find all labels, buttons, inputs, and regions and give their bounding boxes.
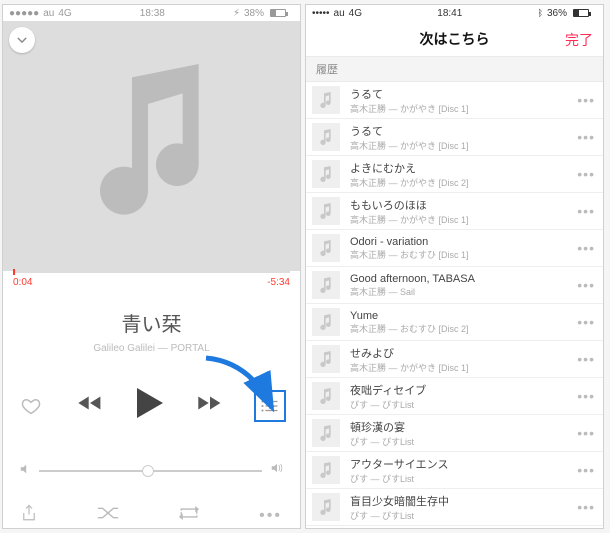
list-item[interactable]: ももいろのほほ高木正勝 — かがやき [Disc 1]••• [306, 193, 603, 230]
clock: 18:41 [437, 8, 462, 19]
more-button[interactable]: ••• [577, 240, 595, 256]
more-button[interactable]: ••• [577, 351, 595, 367]
more-button[interactable]: ••• [577, 314, 595, 330]
progress-track[interactable] [13, 271, 290, 273]
list-item[interactable]: 盲目少女暗闇生存中ぴす — ぴすList••• [306, 489, 603, 526]
play-button[interactable] [133, 386, 167, 425]
previous-button[interactable] [77, 393, 103, 418]
music-note-icon [312, 86, 340, 114]
track-subtitle: 高木正勝 — かがやき [Disc 2] [350, 176, 577, 189]
list-item[interactable]: Yume高木正勝 — おむすひ [Disc 2]••• [306, 304, 603, 341]
status-bar: ●●●●● au 4G 18:38 ⚡︎ 38% [3, 5, 300, 21]
repeat-button[interactable] [178, 506, 200, 525]
track-title: よきにむかえ [350, 160, 577, 176]
section-header: 履歴 [306, 57, 603, 82]
more-button[interactable]: ••• [577, 203, 595, 219]
shuffle-button[interactable] [96, 506, 120, 525]
track-title: せみよび [350, 345, 577, 361]
track-title: 盲目少女暗闇生存中 [350, 493, 577, 509]
track-subtitle: 高木正勝 — かがやき [Disc 1] [350, 102, 577, 115]
music-note-icon [312, 382, 340, 410]
clock: 18:38 [140, 8, 165, 19]
list-item[interactable]: フェノメノン••• [306, 526, 603, 529]
next-button[interactable] [197, 393, 223, 418]
track-title: Odori - variation [350, 236, 577, 248]
music-note-icon [312, 123, 340, 151]
music-note-icon [312, 308, 340, 336]
volume-slider[interactable] [39, 470, 262, 472]
track-title: Yume [350, 310, 577, 322]
track-subtitle: ぴす — ぴすList [350, 472, 577, 485]
list-item[interactable]: Odori - variation高木正勝 — おむすひ [Disc 1]••• [306, 230, 603, 267]
list-item[interactable]: アウターサイエンスぴす — ぴすList••• [306, 452, 603, 489]
track-title: アウターサイエンス [350, 456, 577, 472]
nav-title: 次はこちら [420, 29, 490, 49]
battery-pct: 38% [244, 8, 264, 19]
track-subtitle: 高木正勝 — おむすひ [Disc 1] [350, 248, 577, 261]
song-title: 青い栞 [3, 308, 300, 337]
more-button[interactable]: ••• [577, 462, 595, 478]
more-button[interactable]: ••• [577, 129, 595, 145]
music-note-icon [312, 197, 340, 225]
carrier: au [334, 8, 345, 19]
music-note-icon [312, 345, 340, 373]
music-note-icon [312, 160, 340, 188]
album-art [3, 21, 300, 271]
list-item[interactable]: 夜咄ディセイブぴす — ぴすList••• [306, 378, 603, 415]
list-item[interactable]: せみよび高木正勝 — かがやき [Disc 1]••• [306, 341, 603, 378]
now-playing-screen: ●●●●● au 4G 18:38 ⚡︎ 38% 0:04 [2, 4, 301, 529]
music-note-icon [82, 64, 222, 229]
time-elapsed: 0:04 [13, 277, 32, 288]
music-note-icon [312, 234, 340, 262]
time-remaining: -5:34 [267, 277, 290, 288]
volume-low-icon [19, 462, 31, 480]
more-button[interactable]: ••• [577, 388, 595, 404]
like-button[interactable] [17, 396, 45, 416]
list-item[interactable]: うるて高木正勝 — かがやき [Disc 1]••• [306, 119, 603, 156]
song-artist: Galileo Galilei — PORTAL [3, 343, 300, 354]
track-subtitle: ぴす — ぴすList [350, 435, 577, 448]
more-button[interactable]: ••• [577, 166, 595, 182]
collapse-button[interactable] [9, 27, 35, 53]
more-button[interactable]: ••• [259, 507, 282, 525]
list-item[interactable]: うるて高木正勝 — かがやき [Disc 1]••• [306, 82, 603, 119]
list-item[interactable]: Good afternoon, TABASA高木正勝 — Sail••• [306, 267, 603, 304]
track-title: Good afternoon, TABASA [350, 273, 577, 285]
track-subtitle: 高木正勝 — かがやき [Disc 1] [350, 361, 577, 374]
queue-button[interactable] [254, 390, 286, 422]
nav-bar: 次はこちら 完了 [306, 21, 603, 57]
music-note-icon [312, 271, 340, 299]
share-button[interactable] [21, 504, 37, 527]
more-button[interactable]: ••• [577, 92, 595, 108]
track-title: うるて [350, 123, 577, 139]
music-note-icon [312, 419, 340, 447]
track-subtitle: 高木正勝 — おむすひ [Disc 2] [350, 322, 577, 335]
track-list[interactable]: うるて高木正勝 — かがやき [Disc 1]•••うるて高木正勝 — かがやき… [306, 82, 603, 529]
music-note-icon [312, 493, 340, 521]
list-item[interactable]: よきにむかえ高木正勝 — かがやき [Disc 2]••• [306, 156, 603, 193]
up-next-screen: ••••• au 4G 18:41 ᛒ 36% 次はこちら 完了 履歴 うるて高… [305, 4, 604, 529]
list-item[interactable]: 頓珍漢の宴ぴす — ぴすList••• [306, 415, 603, 452]
track-subtitle: 高木正勝 — かがやき [Disc 1] [350, 139, 577, 152]
more-button[interactable]: ••• [577, 499, 595, 515]
music-note-icon [312, 456, 340, 484]
track-subtitle: ぴす — ぴすList [350, 509, 577, 522]
track-subtitle: 高木正勝 — Sail [350, 285, 577, 298]
volume-high-icon [270, 461, 284, 480]
done-button[interactable]: 完了 [565, 30, 593, 50]
track-title: うるて [350, 86, 577, 102]
track-subtitle: ぴす — ぴすList [350, 398, 577, 411]
network: 4G [349, 8, 362, 19]
track-subtitle: 高木正勝 — かがやき [Disc 1] [350, 213, 577, 226]
battery-pct: 36% [547, 8, 567, 19]
status-bar: ••••• au 4G 18:41 ᛒ 36% [306, 5, 603, 21]
more-button[interactable]: ••• [577, 425, 595, 441]
track-title: 夜咄ディセイブ [350, 382, 577, 398]
track-title: ももいろのほほ [350, 197, 577, 213]
more-button[interactable]: ••• [577, 277, 595, 293]
network: 4G [58, 8, 71, 19]
track-title: 頓珍漢の宴 [350, 419, 577, 435]
carrier: au [43, 8, 54, 19]
